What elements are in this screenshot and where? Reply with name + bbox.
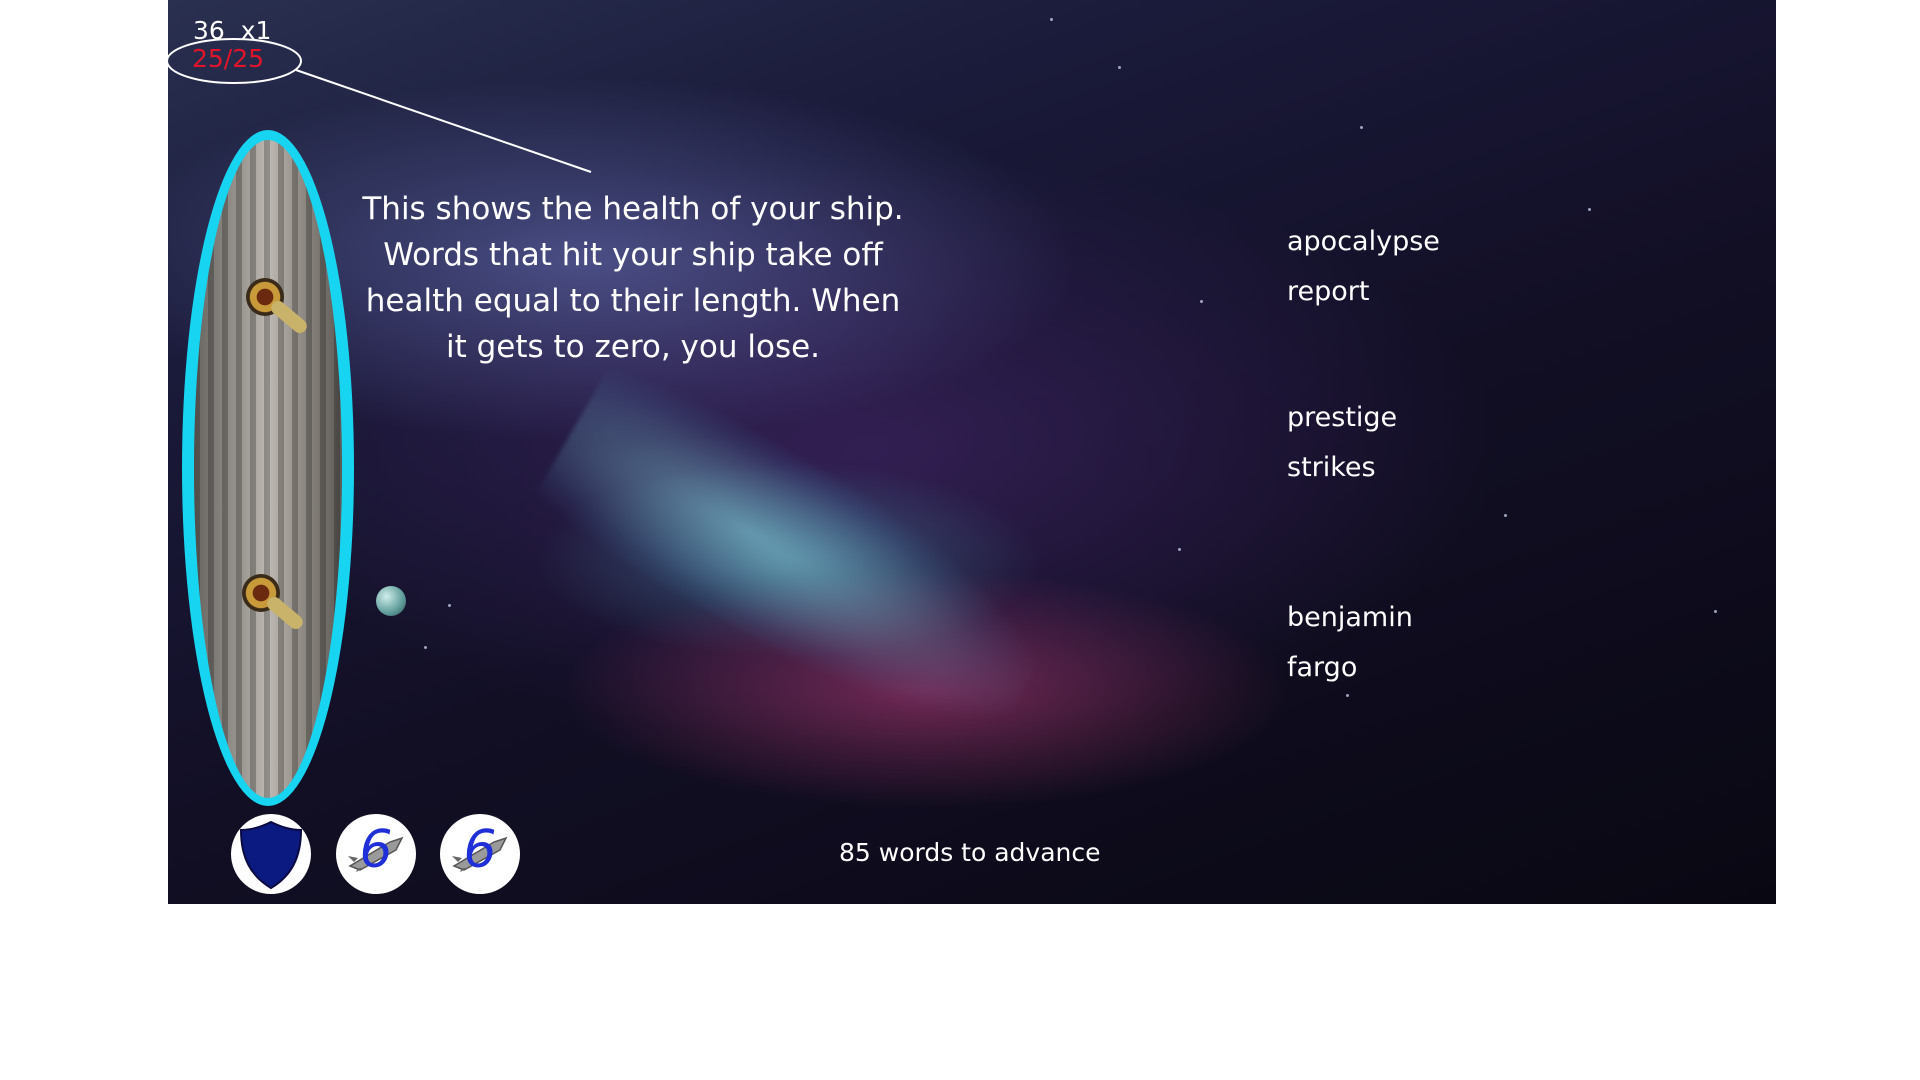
star	[1178, 548, 1181, 551]
star	[1588, 208, 1591, 211]
health-callout-ellipse	[168, 38, 302, 84]
incoming-word: benjamin	[1287, 602, 1413, 633]
game-viewport: 36 x1 25/25 This shows the health of you…	[168, 0, 1776, 904]
tutorial-line: This shows the health of your ship.	[362, 191, 904, 227]
star	[1714, 610, 1717, 613]
tutorial-message: This shows the health of your ship. Word…	[358, 186, 908, 370]
star	[1346, 694, 1349, 697]
nebula-cloud	[527, 352, 1069, 768]
star	[1504, 514, 1507, 517]
tutorial-line: health equal to their length. When	[365, 283, 901, 319]
star	[448, 604, 451, 607]
incoming-word: fargo	[1287, 652, 1358, 683]
missile-powerup-button[interactable]: 6	[440, 814, 520, 894]
incoming-word: prestige	[1287, 402, 1398, 433]
shield-icon	[239, 820, 303, 890]
player-ship	[194, 140, 342, 798]
star	[1050, 18, 1053, 21]
shield-powerup-button[interactable]	[231, 814, 311, 894]
star	[1118, 66, 1121, 69]
health-callout-line	[295, 69, 592, 173]
missile-count: 6	[359, 820, 393, 880]
star	[1200, 300, 1203, 303]
star	[424, 646, 427, 649]
incoming-word: apocalypse	[1287, 226, 1440, 257]
star	[1360, 126, 1363, 129]
missile-powerup-button[interactable]: 6	[336, 814, 416, 894]
words-to-advance: 85 words to advance	[839, 838, 1101, 867]
incoming-word: report	[1287, 276, 1370, 307]
tutorial-line: it gets to zero, you lose.	[445, 329, 821, 365]
tutorial-line: Words that hit your ship take off	[383, 237, 883, 273]
missile-count: 6	[463, 820, 497, 880]
planet	[376, 586, 406, 616]
incoming-word: strikes	[1287, 452, 1376, 483]
